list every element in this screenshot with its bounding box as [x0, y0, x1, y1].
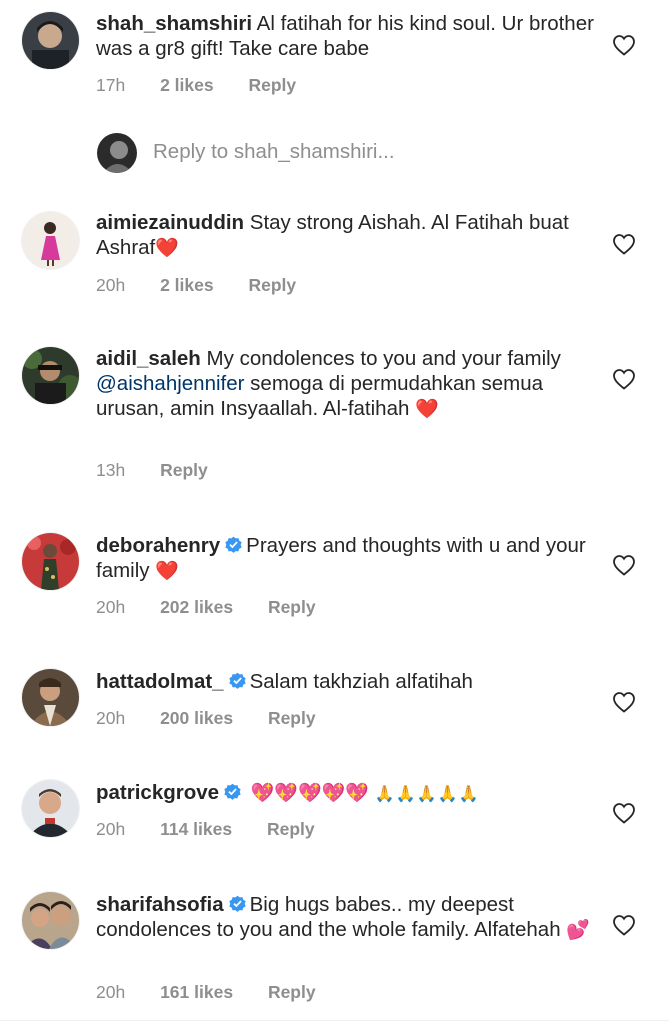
avatar[interactable]	[22, 892, 79, 949]
comment-body: shah_shamshiri Al fatihah for his kind s…	[96, 11, 596, 61]
likes-count[interactable]: 114 likes	[160, 819, 232, 839]
likes-count[interactable]: 2 likes	[160, 275, 214, 295]
username[interactable]: patrickgrove	[96, 781, 219, 804]
comment-body: patrickgrove 💖💖💖💖💖 🙏🙏🙏🙏🙏	[96, 780, 596, 805]
heart-emoji: ❤️	[155, 561, 179, 582]
reply-button[interactable]: Reply	[160, 460, 208, 480]
comment-body: aidil_saleh My condolences to you and yo…	[96, 346, 596, 421]
avatar[interactable]	[22, 12, 79, 69]
heart-outline-icon[interactable]	[612, 802, 636, 824]
heart-outline-icon[interactable]	[612, 914, 636, 936]
timestamp: 20h	[96, 982, 126, 1002]
reply-button[interactable]: Reply	[267, 819, 315, 839]
reply-button[interactable]: Reply	[268, 708, 316, 728]
verified-badge-icon	[225, 536, 242, 553]
comment-meta: 20h 202 likes Reply	[96, 597, 346, 618]
reply-input[interactable]: Reply to shah_shamshiri...	[153, 140, 395, 164]
username[interactable]: sharifahsofia	[96, 893, 224, 916]
timestamp: 20h	[96, 708, 126, 728]
comment-meta: 20h 200 likes Reply	[96, 708, 346, 729]
mention-link[interactable]: @aishahjennifer	[96, 372, 244, 395]
comment-body: deborahenry Prayers and thoughts with u a…	[96, 533, 596, 583]
divider	[0, 1020, 669, 1021]
comment-meta: 20h 114 likes Reply	[96, 819, 345, 840]
username[interactable]: shah_shamshiri	[96, 12, 252, 35]
username[interactable]: aidil_saleh	[96, 347, 201, 370]
reply-button[interactable]: Reply	[268, 597, 316, 617]
verified-badge-icon	[228, 895, 246, 912]
timestamp: 17h	[96, 75, 126, 95]
heart-outline-icon[interactable]	[612, 34, 636, 56]
likes-count[interactable]: 161 likes	[160, 982, 233, 1002]
verified-badge-icon	[228, 672, 246, 689]
comment-meta: 20h 161 likes Reply	[96, 982, 346, 1003]
comment-body: sharifahsofia Big hugs babes.. my deepest…	[96, 892, 596, 942]
comment-meta: 20h 2 likes Reply	[96, 275, 326, 296]
timestamp: 20h	[96, 819, 126, 839]
comment-meta: 13h Reply	[96, 460, 238, 481]
comment-text: My condolences to you and your family	[206, 347, 561, 370]
avatar[interactable]	[22, 533, 79, 590]
username[interactable]: deborahenry	[96, 534, 220, 557]
avatar[interactable]	[22, 669, 79, 726]
reply-input-row[interactable]: Reply to shah_shamshiri...	[0, 130, 669, 176]
two-hearts-emoji: 💕	[566, 920, 590, 941]
heart-emoji: ❤️	[155, 238, 179, 259]
timestamp: 13h	[96, 460, 126, 480]
comment-body: hattadolmat_ Salam takhziah alfatihah	[96, 669, 596, 694]
heart-outline-icon[interactable]	[612, 233, 636, 255]
timestamp: 20h	[96, 597, 126, 617]
reply-button[interactable]: Reply	[248, 275, 296, 295]
likes-count[interactable]: 2 likes	[160, 75, 214, 95]
reply-button[interactable]: Reply	[268, 982, 316, 1002]
avatar[interactable]	[22, 212, 79, 269]
likes-count[interactable]: 200 likes	[160, 708, 233, 728]
heart-emoji: ❤️	[415, 399, 439, 420]
heart-outline-icon[interactable]	[612, 368, 636, 390]
sparkling-heart-emoji: 💖💖💖💖💖	[250, 783, 370, 804]
timestamp: 20h	[96, 275, 126, 295]
my-avatar	[97, 133, 137, 173]
comment-body: aimiezainuddin Stay strong Aishah. Al Fa…	[96, 210, 596, 260]
reply-button[interactable]: Reply	[248, 75, 296, 95]
likes-count[interactable]: 202 likes	[160, 597, 233, 617]
verified-badge-icon	[224, 783, 241, 800]
avatar[interactable]	[22, 780, 79, 837]
folded-hands-emoji: 🙏🙏🙏🙏🙏	[374, 786, 480, 803]
comment-text: Salam takhziah alfatihah	[249, 670, 473, 693]
username[interactable]: hattadolmat_	[96, 670, 224, 693]
comment-meta: 17h 2 likes Reply	[96, 75, 326, 96]
heart-outline-icon[interactable]	[612, 554, 636, 576]
heart-outline-icon[interactable]	[612, 691, 636, 713]
username[interactable]: aimiezainuddin	[96, 211, 244, 234]
avatar[interactable]	[22, 347, 79, 404]
